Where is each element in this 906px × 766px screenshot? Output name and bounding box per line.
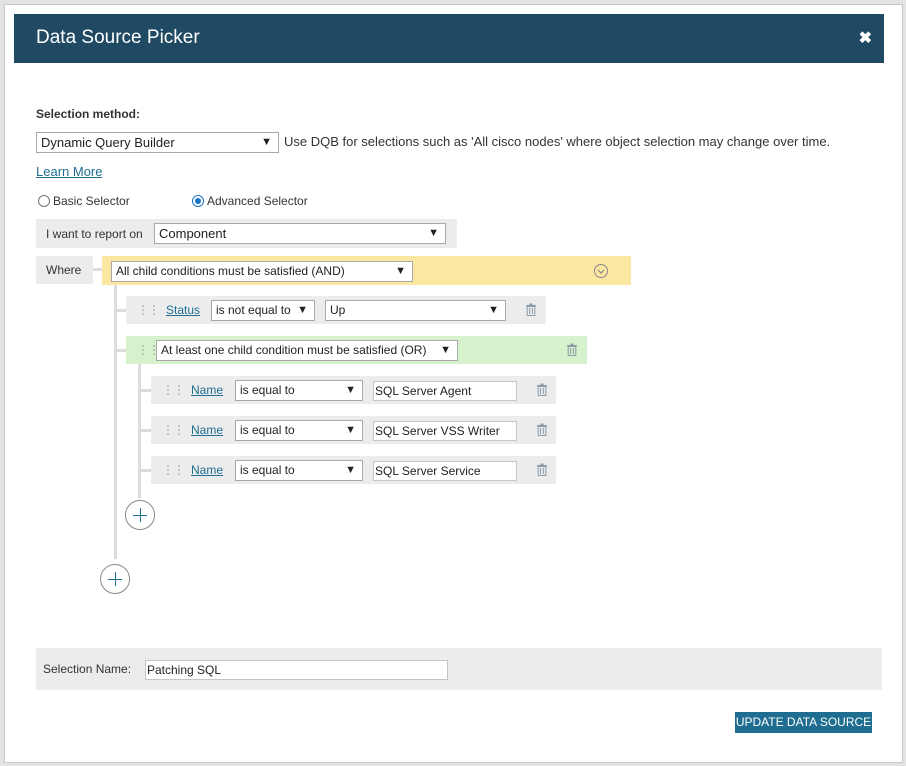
add-condition-group-button[interactable] — [125, 500, 155, 530]
selection-method-label: Selection method: — [36, 107, 141, 121]
tree-line-status — [114, 309, 126, 312]
chevron-down-icon: ▼ — [488, 304, 499, 316]
add-condition-root-button[interactable] — [100, 564, 130, 594]
delete-icon[interactable] — [566, 343, 578, 356]
where-label: Where — [46, 263, 82, 277]
update-data-source-button[interactable]: UPDATE DATA SOURCE — [735, 712, 872, 733]
status-value-select[interactable]: Up ▼ — [325, 300, 506, 321]
status-operator-select[interactable]: is not equal to ▼ — [211, 300, 315, 321]
and-condition-value: All child conditions must be satisfied (… — [116, 264, 345, 278]
tree-line-or — [114, 349, 126, 352]
selection-name-label: Selection Name: — [43, 662, 132, 676]
status-field-link[interactable]: Status — [166, 303, 200, 317]
delete-icon[interactable] — [536, 463, 548, 476]
name-value-input[interactable]: SQL Server Agent — [373, 381, 517, 401]
drag-handle-icon[interactable]: ⋮⋮ — [162, 384, 185, 396]
advanced-selector-label: Advanced Selector — [207, 194, 308, 208]
tree-line-rule-2 — [138, 429, 151, 432]
and-condition-select[interactable]: All child conditions must be satisfied (… — [111, 261, 413, 282]
name-field-link[interactable]: Name — [191, 383, 223, 397]
name-operator-value: is equal to — [240, 463, 295, 477]
report-on-label: I want to report on — [46, 227, 143, 241]
name-operator-select[interactable]: is equal to ▼ — [235, 460, 363, 481]
status-value: Up — [330, 303, 346, 317]
selection-name-input[interactable]: Patching SQL — [145, 660, 448, 680]
tree-line-rule-1 — [138, 389, 151, 392]
delete-icon[interactable] — [536, 383, 548, 396]
chevron-down-icon: ▼ — [345, 384, 356, 396]
selection-method-hint: Use DQB for selections such as 'All cisc… — [284, 134, 831, 149]
report-on-value: Component — [159, 226, 227, 241]
drag-handle-icon[interactable]: ⋮⋮ — [137, 304, 160, 316]
name-operator-value: is equal to — [240, 423, 295, 437]
chevron-down-icon: ▼ — [261, 136, 272, 148]
advanced-selector-radio[interactable] — [192, 195, 204, 207]
dialog-title: Data Source Picker — [36, 27, 200, 48]
name-field-link[interactable]: Name — [191, 463, 223, 477]
dialog-titlebar: Data Source Picker ✖ — [14, 14, 884, 63]
name-operator-value: is equal to — [240, 383, 295, 397]
status-operator-value: is not equal to — [216, 303, 291, 317]
name-value-input[interactable]: SQL Server VSS Writer — [373, 421, 517, 441]
drag-handle-icon[interactable]: ⋮⋮ — [162, 424, 185, 436]
chevron-down-icon: ▼ — [345, 424, 356, 436]
name-value-input[interactable]: SQL Server Service — [373, 461, 517, 481]
name-operator-select[interactable]: is equal to ▼ — [235, 380, 363, 401]
chevron-down-icon: ▼ — [428, 227, 439, 239]
or-condition-value: At least one child condition must be sat… — [161, 343, 427, 357]
tree-line-rule-3 — [138, 469, 151, 472]
chevron-down-icon: ▼ — [345, 464, 356, 476]
report-on-select[interactable]: Component ▼ — [154, 223, 446, 244]
selection-method-value: Dynamic Query Builder — [41, 135, 175, 150]
delete-icon[interactable] — [536, 423, 548, 436]
basic-selector-radio[interactable] — [38, 195, 50, 207]
close-icon[interactable]: ✖ — [859, 28, 872, 48]
tree-line-root — [114, 284, 117, 559]
selection-method-select[interactable]: Dynamic Query Builder ▼ — [36, 132, 279, 153]
learn-more-link[interactable]: Learn More — [36, 164, 102, 179]
delete-icon[interactable] — [525, 303, 537, 316]
drag-handle-icon[interactable]: ⋮⋮ — [162, 464, 185, 476]
where-box: Where — [36, 256, 93, 284]
chevron-down-icon: ▼ — [297, 304, 308, 316]
basic-selector-label: Basic Selector — [53, 194, 130, 208]
name-operator-select[interactable]: is equal to ▼ — [235, 420, 363, 441]
or-condition-select[interactable]: At least one child condition must be sat… — [156, 340, 458, 361]
name-field-link[interactable]: Name — [191, 423, 223, 437]
chevron-down-icon: ▼ — [440, 344, 451, 356]
collapse-chevron-icon[interactable] — [593, 263, 609, 279]
chevron-down-icon: ▼ — [395, 265, 406, 277]
